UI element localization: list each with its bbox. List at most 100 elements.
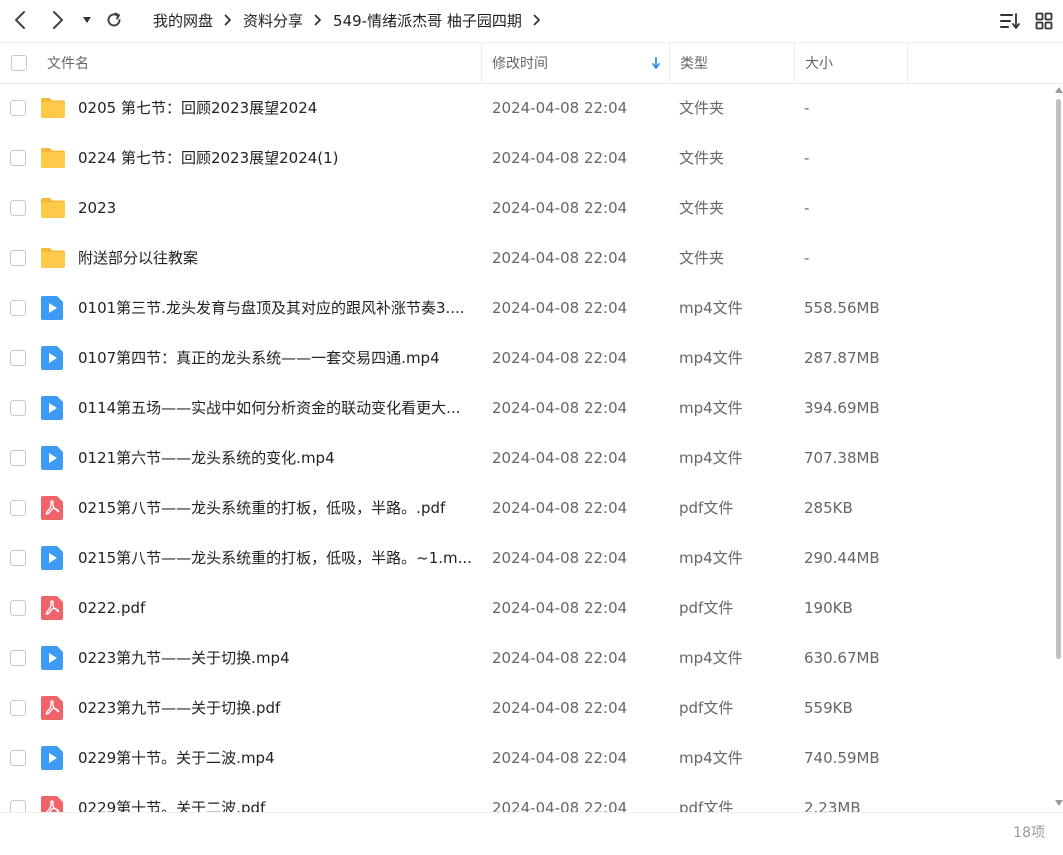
- file-modified-date: 2024-04-08 22:04: [492, 699, 628, 717]
- file-row[interactable]: 0223第九节——关于切换.pdf 2024-04-08 22:04 pdf文件 55…: [0, 683, 1052, 733]
- file-name[interactable]: 0229第十节。关于二波.pdf: [78, 783, 473, 812]
- file-row[interactable]: 0215第八节——龙头系统重的打板，低吸，半路。~1.m... 2024-04-0…: [0, 533, 1052, 583]
- file-name[interactable]: 0114第五场——实战中如何分析资金的联动变化看更大...: [78, 383, 473, 433]
- file-name[interactable]: 0215第八节——龙头系统重的打板，低吸，半路。.pdf: [78, 483, 473, 533]
- vertical-scrollbar[interactable]: [1053, 83, 1063, 812]
- breadcrumb-item-current[interactable]: 549-情绪派杰哥 柚子园四期: [333, 10, 522, 31]
- column-header-modified[interactable]: 修改时间: [492, 43, 548, 83]
- row-checkbox[interactable]: [10, 250, 26, 266]
- file-type: pdf文件: [679, 499, 734, 517]
- row-checkbox[interactable]: [10, 750, 26, 766]
- file-name[interactable]: 0107第四节：真正的龙头系统——一套交易四通.mp4: [78, 333, 473, 383]
- row-checkbox[interactable]: [10, 450, 26, 466]
- file-name[interactable]: 0101第三节.龙头发育与盘顶及其对应的跟风补涨节奏3....: [78, 283, 473, 333]
- file-name[interactable]: 0224 第七节：回顾2023展望2024(1): [78, 133, 473, 183]
- scrollbar-thumb[interactable]: [1056, 99, 1061, 659]
- file-row[interactable]: 2023 2024-04-08 22:04 文件夹 -: [0, 183, 1052, 233]
- file-row[interactable]: 0215第八节——龙头系统重的打板，低吸，半路。.pdf 2024-04-08 2…: [0, 483, 1052, 533]
- folder-icon: [40, 96, 66, 120]
- column-divider[interactable]: [794, 43, 795, 83]
- row-checkbox[interactable]: [10, 700, 26, 716]
- file-size: -: [804, 99, 810, 117]
- row-checkbox[interactable]: [10, 400, 26, 416]
- file-row[interactable]: 附送部分以往教案 2024-04-08 22:04 文件夹 -: [0, 233, 1052, 283]
- scroll-up-icon[interactable]: [1055, 87, 1063, 93]
- grid-view-button[interactable]: [1033, 10, 1055, 32]
- history-dropdown-button[interactable]: [77, 8, 97, 32]
- file-row[interactable]: 0121第六节——龙头系统的变化.mp4 2024-04-08 22:04 mp4文…: [0, 433, 1052, 483]
- file-modified-date: 2024-04-08 22:04: [492, 299, 628, 317]
- breadcrumb-separator-icon: [303, 14, 333, 26]
- file-row[interactable]: 0114第五场——实战中如何分析资金的联动变化看更大... 2024-04-08 …: [0, 383, 1052, 433]
- back-button[interactable]: [8, 8, 32, 32]
- column-divider[interactable]: [669, 43, 670, 83]
- forward-button[interactable]: [46, 8, 70, 32]
- file-row[interactable]: 0223第九节——关于切换.mp4 2024-04-08 22:04 mp4文件 63…: [0, 633, 1052, 683]
- file-type: mp4文件: [679, 399, 743, 417]
- row-checkbox[interactable]: [10, 150, 26, 166]
- column-header-size[interactable]: 大小: [805, 43, 833, 83]
- file-row[interactable]: 0107第四节：真正的龙头系统——一套交易四通.mp4 2024-04-08 22…: [0, 333, 1052, 383]
- file-modified-date: 2024-04-08 22:04: [492, 399, 628, 417]
- file-modified-date: 2024-04-08 22:04: [492, 649, 628, 667]
- file-name[interactable]: 0223第九节——关于切换.pdf: [78, 683, 473, 733]
- column-divider[interactable]: [907, 43, 908, 83]
- file-name[interactable]: 0215第八节——龙头系统重的打板，低吸，半路。~1.m...: [78, 533, 473, 583]
- file-name[interactable]: 0229第十节。关于二波.mp4: [78, 733, 473, 783]
- chevron-right-icon: [53, 11, 63, 29]
- file-name[interactable]: 0205 第七节：回顾2023展望2024: [78, 83, 473, 133]
- row-checkbox[interactable]: [10, 200, 26, 216]
- row-checkbox[interactable]: [10, 500, 26, 516]
- row-checkbox[interactable]: [10, 650, 26, 666]
- row-checkbox[interactable]: [10, 800, 26, 812]
- scroll-down-icon[interactable]: [1055, 800, 1063, 806]
- breadcrumb-item-share[interactable]: 资料分享: [243, 10, 303, 31]
- file-type: 文件夹: [679, 199, 725, 217]
- file-name[interactable]: 0121第六节——龙头系统的变化.mp4: [78, 433, 473, 483]
- file-type: mp4文件: [679, 649, 743, 667]
- sort-desc-arrow-icon[interactable]: [651, 43, 661, 83]
- file-row[interactable]: 0205 第七节：回顾2023展望2024 2024-04-08 22:04 文件夹…: [0, 83, 1052, 133]
- row-checkbox[interactable]: [10, 600, 26, 616]
- row-checkbox[interactable]: [10, 550, 26, 566]
- file-size: 394.69MB: [804, 399, 880, 417]
- folder-icon: [40, 196, 66, 220]
- file-type: pdf文件: [679, 699, 734, 717]
- column-divider[interactable]: [481, 43, 482, 83]
- row-checkbox[interactable]: [10, 350, 26, 366]
- sort-button[interactable]: [999, 10, 1021, 32]
- column-header-type[interactable]: 类型: [680, 43, 708, 83]
- row-checkbox[interactable]: [10, 100, 26, 116]
- video-file-icon: [40, 446, 66, 470]
- file-row[interactable]: 0224 第七节：回顾2023展望2024(1) 2024-04-08 22:04…: [0, 133, 1052, 183]
- file-size: 630.67MB: [804, 649, 880, 667]
- item-count: 18项: [1013, 825, 1045, 841]
- file-name[interactable]: 0222.pdf: [78, 583, 473, 633]
- select-all-checkbox[interactable]: [11, 55, 27, 71]
- file-row[interactable]: 0229第十节。关于二波.pdf 2024-04-08 22:04 pdf文件 2.2…: [0, 783, 1052, 812]
- file-modified-date: 2024-04-08 22:04: [492, 149, 628, 167]
- file-row[interactable]: 0222.pdf 2024-04-08 22:04 pdf文件 190KB: [0, 583, 1052, 633]
- folder-icon: [40, 246, 66, 270]
- file-modified-date: 2024-04-08 22:04: [492, 499, 628, 517]
- file-name[interactable]: 附送部分以往教案: [78, 233, 473, 283]
- file-row[interactable]: 0229第十节。关于二波.mp4 2024-04-08 22:04 mp4文件 740…: [0, 733, 1052, 783]
- file-name[interactable]: 0223第九节——关于切换.mp4: [78, 633, 473, 683]
- file-name[interactable]: 2023: [78, 183, 473, 233]
- breadcrumb-expand-icon[interactable]: [522, 14, 552, 26]
- refresh-button[interactable]: [102, 8, 126, 32]
- file-size: 290.44MB: [804, 549, 880, 567]
- file-size: -: [804, 249, 810, 267]
- breadcrumb-item-root[interactable]: 我的网盘: [153, 10, 213, 31]
- chevron-left-icon: [15, 11, 25, 29]
- column-header-name[interactable]: 文件名: [47, 43, 89, 83]
- row-checkbox[interactable]: [10, 300, 26, 316]
- file-size: 190KB: [804, 599, 853, 617]
- caret-down-icon: [83, 17, 91, 23]
- file-size: 285KB: [804, 499, 853, 517]
- file-size: 740.59MB: [804, 749, 880, 767]
- file-size: 707.38MB: [804, 449, 880, 467]
- file-modified-date: 2024-04-08 22:04: [492, 749, 628, 767]
- file-row[interactable]: 0101第三节.龙头发育与盘顶及其对应的跟风补涨节奏3.... 2024-04-0…: [0, 283, 1052, 333]
- file-modified-date: 2024-04-08 22:04: [492, 799, 628, 812]
